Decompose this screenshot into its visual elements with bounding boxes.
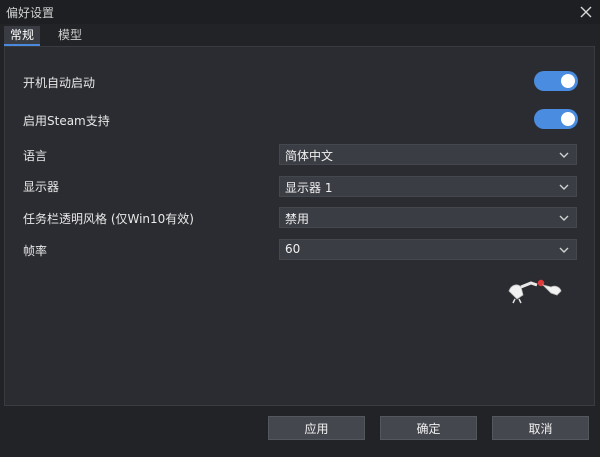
close-icon: [580, 6, 592, 18]
chevron-down-icon: [559, 247, 569, 253]
chevron-down-icon: [559, 184, 569, 190]
tab-bar: 常规 模型: [0, 24, 600, 46]
tab-general[interactable]: 常规: [4, 26, 41, 46]
language-select[interactable]: 简体中文: [279, 144, 577, 165]
window-title: 偏好设置: [6, 6, 55, 20]
cancel-button[interactable]: 取消: [492, 416, 589, 440]
steam-toggle[interactable]: [534, 109, 578, 129]
language-value: 简体中文: [285, 149, 334, 163]
close-button[interactable]: [576, 2, 596, 22]
language-label: 语言: [23, 149, 48, 163]
title-bar: 偏好设置: [0, 0, 600, 24]
ok-button[interactable]: 确定: [380, 416, 477, 440]
monitor-select[interactable]: 显示器 1: [279, 176, 577, 197]
settings-panel: 开机自动启动 启用Steam支持 语言 简体中文 显示器 显示器 1 任务栏透明…: [4, 46, 595, 406]
taskbar-style-value: 禁用: [285, 212, 310, 226]
framerate-select[interactable]: 60: [279, 239, 577, 260]
steam-label: 启用Steam支持: [23, 114, 110, 128]
framerate-label: 帧率: [23, 244, 48, 258]
taskbar-style-label: 任务栏透明风格 (仅Win10有效): [23, 212, 194, 226]
tab-model[interactable]: 模型: [52, 26, 88, 46]
toggle-knob: [561, 112, 575, 126]
framerate-value: 60: [285, 242, 301, 256]
apply-button[interactable]: 应用: [268, 416, 365, 440]
monitor-label: 显示器: [23, 180, 60, 194]
chevron-down-icon: [559, 152, 569, 158]
mascot-sticker: [508, 279, 562, 304]
taskbar-style-select[interactable]: 禁用: [279, 207, 577, 228]
autostart-label: 开机自动启动: [23, 76, 96, 90]
monitor-value: 显示器 1: [285, 181, 333, 195]
autostart-toggle[interactable]: [534, 71, 578, 91]
chevron-down-icon: [559, 215, 569, 221]
toggle-knob: [561, 74, 575, 88]
